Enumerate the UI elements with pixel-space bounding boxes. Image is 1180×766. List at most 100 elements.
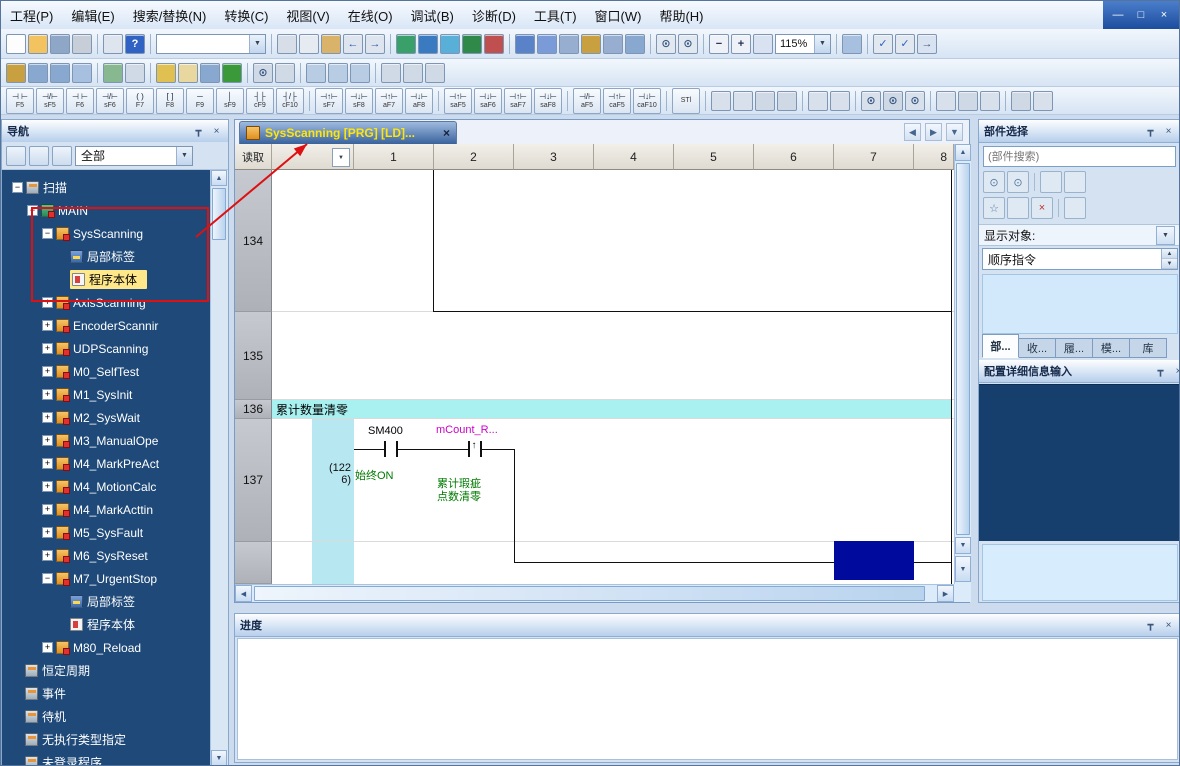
dropdown-arrow-icon[interactable]: ▼	[249, 35, 265, 53]
paste-icon[interactable]	[321, 34, 341, 54]
parts-tab-1[interactable]: 收...	[1019, 338, 1056, 358]
note-edit-icon[interactable]	[980, 91, 1000, 111]
tree-expand-toggle[interactable]: +	[42, 642, 53, 653]
parts-tab-3[interactable]: 模...	[1093, 338, 1130, 358]
pin-icon[interactable]: ┳	[1144, 620, 1157, 631]
cascade-windows-icon[interactable]	[403, 63, 423, 83]
tree-item-16[interactable]: +M6_SysReset	[2, 544, 211, 567]
maximize-button[interactable]: □	[1134, 9, 1148, 21]
simulation-stop-icon[interactable]	[484, 34, 504, 54]
close-branch-key[interactable]: ⊣/⊢sF6	[96, 88, 124, 114]
new-project-icon[interactable]	[6, 34, 26, 54]
device-monitor-icon[interactable]	[440, 34, 460, 54]
comment-display-icon[interactable]	[350, 63, 370, 83]
tree-item-19[interactable]: 程序本体	[2, 613, 211, 636]
menu-item-5[interactable]: 在线(O)	[339, 3, 402, 28]
write-mode-icon[interactable]	[200, 63, 220, 83]
insert-column-icon[interactable]	[755, 91, 775, 111]
sfc-step-key[interactable]: STl	[672, 88, 700, 114]
tree-expand-toggle[interactable]: −	[12, 182, 23, 193]
ladder-grid[interactable]: 累计数量清零 ↑ SM400 mCount_R... 始终ON 累计瑕疵 点数清…	[235, 170, 954, 584]
tree-item-21[interactable]: 恒定周期	[2, 659, 211, 682]
device-read-icon[interactable]	[418, 34, 438, 54]
tree-item-17[interactable]: −M7_UrgentStop	[2, 567, 211, 590]
read-mode-icon[interactable]	[178, 63, 198, 83]
tree-item-2[interactable]: −SysScanning	[2, 222, 211, 245]
rising-pulse-key[interactable]: ⊣↑⊢sF7	[315, 88, 343, 114]
tab-sysscanning[interactable]: SysScanning [PRG] [LD]... ×	[239, 121, 457, 144]
quick-access-combo[interactable]: ▼	[156, 34, 266, 54]
open-project-icon[interactable]	[28, 34, 48, 54]
scroll-thumb[interactable]	[956, 163, 970, 535]
settings-gear-icon[interactable]	[52, 146, 72, 166]
tree-expand-toggle[interactable]: +	[42, 504, 53, 515]
tree-expand-toggle[interactable]: +	[42, 297, 53, 308]
pulse-close-branch-key[interactable]: ⊣↓⊢saF8	[534, 88, 562, 114]
dropdown-arrow-icon[interactable]: ▼	[814, 35, 830, 53]
header-dropdown-icon[interactable]: ▼	[332, 148, 350, 167]
tab-close-icon[interactable]: ×	[443, 126, 450, 140]
statement-display-icon[interactable]	[306, 63, 326, 83]
memory-card-icon[interactable]	[125, 63, 145, 83]
tree-item-3[interactable]: 局部标签	[2, 245, 211, 268]
close-contact-key[interactable]: ⊣/⊢sF5	[36, 88, 64, 114]
delete-part-icon[interactable]: ×	[1031, 197, 1053, 219]
save-project-icon[interactable]	[50, 34, 70, 54]
pulse-close-key[interactable]: ⊣↓⊢saF6	[474, 88, 502, 114]
tree-item-13[interactable]: +M4_MotionCalc	[2, 475, 211, 498]
tree-item-5[interactable]: +AxisScanning	[2, 291, 211, 314]
tree-expand-toggle[interactable]: +	[42, 527, 53, 538]
menu-item-7[interactable]: 诊断(D)	[463, 3, 525, 28]
vertical-line-key[interactable]: │sF9	[216, 88, 244, 114]
parameter-icon[interactable]	[50, 63, 70, 83]
dropdown-arrow-icon[interactable]: ▼	[1156, 226, 1175, 245]
tree-item-11[interactable]: +M3_ManualOpe	[2, 429, 211, 452]
tab-list-dropdown-icon[interactable]: ▼	[946, 123, 963, 141]
print-icon[interactable]	[72, 34, 92, 54]
minimize-button[interactable]: —	[1111, 9, 1125, 21]
tree-item-20[interactable]: +M80_Reload	[2, 636, 211, 659]
zoom-level-combo[interactable]: 115%▼	[775, 34, 831, 54]
project-tree-icon[interactable]	[6, 63, 26, 83]
zoom-out-icon[interactable]: −	[709, 34, 729, 54]
open-branch-key[interactable]: ⊣ ⊢F6	[66, 88, 94, 114]
forced-on-off-icon[interactable]	[275, 63, 295, 83]
tree-expand-toggle[interactable]: +	[42, 550, 53, 561]
convert-run-icon[interactable]: →	[917, 34, 937, 54]
selection-cursor[interactable]	[834, 541, 914, 580]
menu-item-8[interactable]: 工具(T)	[525, 3, 586, 28]
tree-expand-toggle[interactable]: +	[42, 389, 53, 400]
coil-key[interactable]: ( )F7	[126, 88, 154, 114]
zoom-in-icon[interactable]: +	[731, 34, 751, 54]
tree-filter-combo[interactable]: 全部 ▼	[75, 146, 193, 166]
device-comment-icon[interactable]	[103, 63, 123, 83]
instruction-category-spinner[interactable]: 顺序指令 ▲ ▼	[982, 248, 1178, 270]
close-button[interactable]: ×	[1157, 9, 1171, 21]
pin-icon[interactable]: ┳	[1144, 126, 1157, 137]
pin-icon[interactable]: ┳	[1154, 366, 1167, 377]
parts-search-input[interactable]	[983, 146, 1176, 167]
pulse-result-falling-key[interactable]: ⊣↓⊢caF10	[633, 88, 661, 114]
parts-tab-2[interactable]: 履...	[1056, 338, 1093, 358]
falling-pulse-key[interactable]: ⊣↓⊢sF8	[345, 88, 373, 114]
copy-icon[interactable]	[299, 34, 319, 54]
scroll-down-icon[interactable]: ▼	[955, 537, 971, 554]
tree-item-14[interactable]: +M4_MarkActtin	[2, 498, 211, 521]
find-contact-coil-icon[interactable]: ⊙	[905, 91, 925, 111]
scroll-right-icon[interactable]: ▶	[937, 585, 954, 602]
pin-icon[interactable]: ┳	[192, 126, 205, 137]
close-icon[interactable]: ×	[1172, 366, 1180, 377]
close-icon[interactable]: ×	[1162, 620, 1175, 631]
delete-vertical-line-key[interactable]: ┤/├cF10	[276, 88, 304, 114]
find-parts-icon[interactable]: ⊙	[983, 171, 1005, 193]
delete-column-icon[interactable]	[777, 91, 797, 111]
menu-item-10[interactable]: 帮助(H)	[650, 3, 712, 28]
sort-order-icon[interactable]	[29, 146, 49, 166]
vertical-scrollbar[interactable]: ▲ ▼ ▼	[954, 144, 971, 584]
split-view-icon[interactable]: ▼	[955, 556, 971, 582]
tree-expand-toggle[interactable]: +	[42, 458, 53, 469]
device-batch-monitor-icon[interactable]	[603, 34, 623, 54]
tree-expand-toggle[interactable]: +	[42, 366, 53, 377]
device-test-icon[interactable]: ⊙	[253, 63, 273, 83]
cross-reference-icon[interactable]: ⊙	[678, 34, 698, 54]
